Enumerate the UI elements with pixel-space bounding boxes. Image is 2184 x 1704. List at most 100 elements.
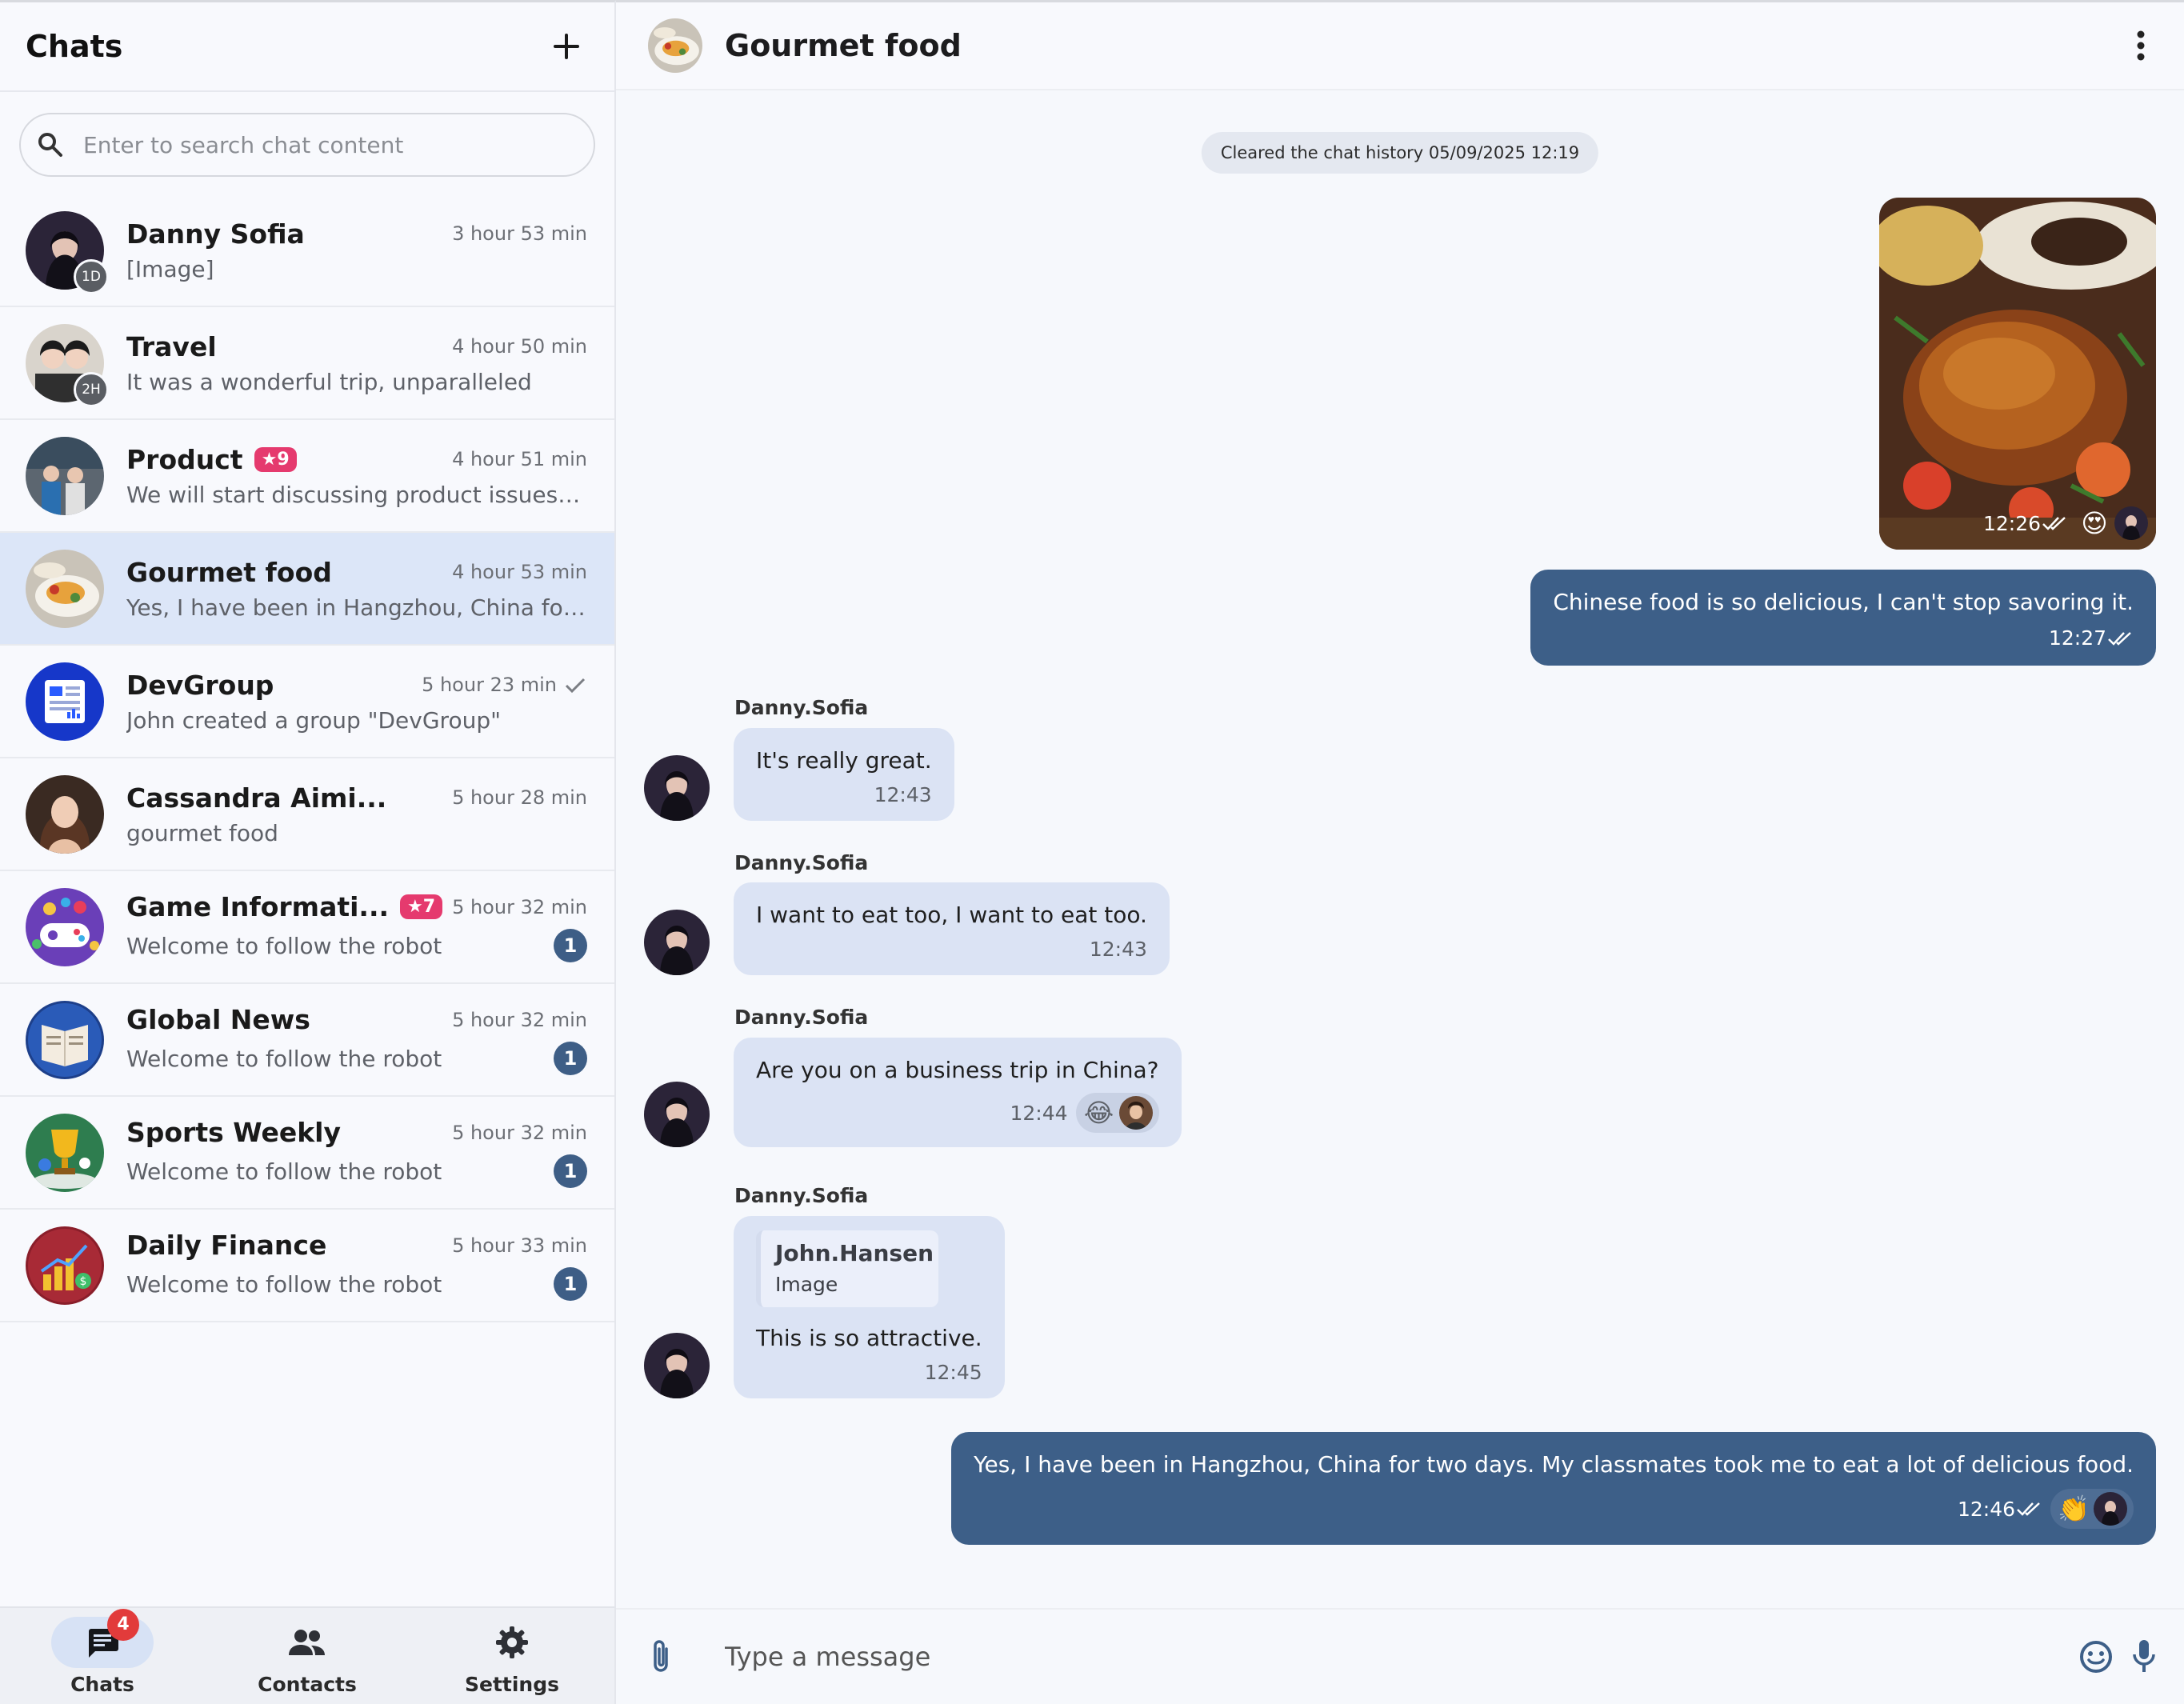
voice-record-button[interactable] <box>2120 1633 2168 1681</box>
message-input[interactable] <box>725 1642 2072 1672</box>
chat-item-game-information[interactable]: Game Informati... ★7 5 hour 32 min Welcom… <box>0 871 614 984</box>
search-box[interactable] <box>19 113 595 177</box>
chat-item-travel[interactable]: 2H Travel 4 hour 50 min It was a wonderf… <box>0 307 614 420</box>
emoji-button[interactable] <box>2072 1633 2120 1681</box>
chat-name: Cassandra Aimi... <box>126 782 387 814</box>
chat-list: 1D Danny Sofia 3 hour 53 min [Image] 2H <box>0 194 614 1322</box>
chat-item-global-news[interactable]: Global News 5 hour 32 min Welcome to fol… <box>0 984 614 1097</box>
sender-name: Danny.Sofia <box>734 1006 869 1029</box>
message-composer <box>616 1608 2184 1704</box>
outgoing-message[interactable]: Chinese food is so delicious, I can't st… <box>1530 570 2156 666</box>
unread-count-badge: 1 <box>554 929 587 962</box>
message-text: It's really great. <box>756 747 932 774</box>
paperclip-icon <box>654 1640 668 1672</box>
chat-name: Danny Sofia <box>126 218 305 250</box>
unread-count-badge: 1 <box>554 1042 587 1075</box>
chat-item-gourmet-food[interactable]: Gourmet food 4 hour 53 min Yes, I have b… <box>0 533 614 646</box>
message-time: 12:26 <box>1982 511 2041 535</box>
chat-item-product[interactable]: Product ★9 4 hour 51 min We will start di… <box>0 420 614 533</box>
people-icon <box>289 1629 325 1655</box>
more-options-button[interactable] <box>2125 22 2157 70</box>
unread-count-badge: 1 <box>554 1154 587 1188</box>
message-time: 12:46 <box>1957 1497 2015 1521</box>
chat-preview: John created a group "DevGroup" <box>126 706 501 734</box>
avatar: 1D <box>26 210 109 294</box>
message-time: 12:45 <box>924 1361 982 1384</box>
chat-time: 5 hour 28 min <box>452 786 587 809</box>
message-reaction[interactable]: 👏 <box>2050 1489 2134 1529</box>
sidebar-header: Chats <box>0 2 614 92</box>
search-input[interactable] <box>83 131 578 158</box>
chat-time-text: 5 hour 23 min <box>422 674 557 696</box>
chat-time: 5 hour 33 min <box>452 1234 587 1257</box>
quoted-message[interactable]: John.Hansen Image <box>756 1230 938 1307</box>
reactor-avatar <box>2094 1492 2127 1526</box>
chat-item-daily-finance[interactable]: $ Daily Finance 5 hour 33 min Welcome to… <box>0 1210 614 1322</box>
incoming-message[interactable]: I want to eat too, I want to eat too. 12… <box>734 882 1170 975</box>
incoming-message[interactable]: John.Hansen Image This is so attractive.… <box>734 1216 1005 1398</box>
message-time: 12:43 <box>874 783 932 806</box>
avatar: $ <box>26 1226 104 1305</box>
sender-name: Danny.Sofia <box>734 696 869 719</box>
chat-time: 5 hour 32 min <box>452 895 587 918</box>
message-reaction[interactable]: 😂 <box>1075 1093 1159 1133</box>
more-vertical-icon <box>2137 30 2145 61</box>
chat-sidebar: Chats 1D Danny Sofia 3 hour 53 min [Imag… <box>0 0 616 1704</box>
chat-item-danny-sofia[interactable]: 1D Danny Sofia 3 hour 53 min [Image] <box>0 194 614 307</box>
food-photo <box>1879 198 2156 550</box>
nav-contacts[interactable]: Contacts <box>205 1608 410 1704</box>
incoming-message[interactable]: Are you on a business trip in China? 12:… <box>734 1038 1182 1147</box>
smiley-icon <box>2080 1641 2112 1673</box>
message-text: Yes, I have been in Hangzhou, China for … <box>974 1451 2134 1478</box>
chat-name: Product <box>126 443 243 475</box>
nav-label-settings: Settings <box>464 1672 559 1696</box>
avatar <box>26 549 104 628</box>
chat-name: Game Informati... <box>126 891 390 922</box>
conversation-header: Gourmet food <box>616 2 2184 90</box>
sender-avatar[interactable] <box>644 1333 710 1398</box>
read-double-check-icon <box>2042 517 2066 530</box>
chat-item-devgroup[interactable]: DevGroup 5 hour 23 min John created a gr… <box>0 646 614 758</box>
chat-preview: Welcome to follow the robot <box>126 932 442 959</box>
chat-name: Daily Finance <box>126 1230 327 1261</box>
story-status-badge: 2H <box>74 371 109 407</box>
chat-name: Global News <box>126 1004 310 1035</box>
reaction-emoji: 👏 <box>2058 1494 2090 1524</box>
message-reaction[interactable]: 😍 <box>2078 506 2148 540</box>
star-count-badge: ★7 <box>400 894 443 919</box>
sender-avatar[interactable] <box>644 755 710 821</box>
chat-item-cassandra[interactable]: Cassandra Aimi... 5 hour 28 min gourmet … <box>0 758 614 871</box>
system-message: Cleared the chat history 05/09/2025 12:1… <box>1201 132 1599 174</box>
chat-preview: Welcome to follow the robot <box>126 1270 442 1298</box>
nav-label-contacts: Contacts <box>258 1672 357 1696</box>
chat-item-sports-weekly[interactable]: Sports Weekly 5 hour 32 min Welcome to f… <box>0 1097 614 1210</box>
reaction-emoji: 😂 <box>1083 1098 1114 1128</box>
quoted-sender: John.Hansen <box>775 1240 934 1266</box>
chat-time: 5 hour 23 min <box>422 674 587 696</box>
quoted-text: Image <box>775 1273 838 1296</box>
incoming-message[interactable]: It's really great. 12:43 <box>734 728 954 821</box>
plus-icon <box>554 34 579 59</box>
chat-name: DevGroup <box>126 669 274 701</box>
gear-icon <box>496 1626 528 1658</box>
attach-button[interactable] <box>637 1633 685 1681</box>
bottom-navigation: 4 Chats Contacts Settings <box>0 1606 614 1704</box>
conversation-avatar[interactable] <box>648 18 702 73</box>
new-chat-button[interactable] <box>544 24 589 69</box>
message-text: This is so attractive. <box>756 1325 982 1351</box>
sender-avatar[interactable] <box>644 910 710 975</box>
read-double-check-icon <box>2108 631 2131 646</box>
nav-chats[interactable]: 4 Chats <box>0 1608 205 1704</box>
nav-settings[interactable]: Settings <box>410 1608 614 1704</box>
sender-avatar[interactable] <box>644 1082 710 1147</box>
incoming-message-row: John.Hansen Image This is so attractive.… <box>644 1216 1005 1398</box>
image-message[interactable]: 12:26 😍 <box>1879 198 2156 550</box>
search-icon <box>38 133 62 157</box>
incoming-message-row: It's really great. 12:43 <box>644 728 954 821</box>
image-message-meta: 12:26 😍 <box>1983 506 2148 540</box>
conversation-title: Gourmet food <box>725 28 962 63</box>
message-time: 12:44 <box>1010 1101 1068 1125</box>
avatar <box>26 436 104 515</box>
outgoing-message[interactable]: Yes, I have been in Hangzhou, China for … <box>951 1432 2156 1545</box>
sent-check-icon <box>565 678 586 694</box>
